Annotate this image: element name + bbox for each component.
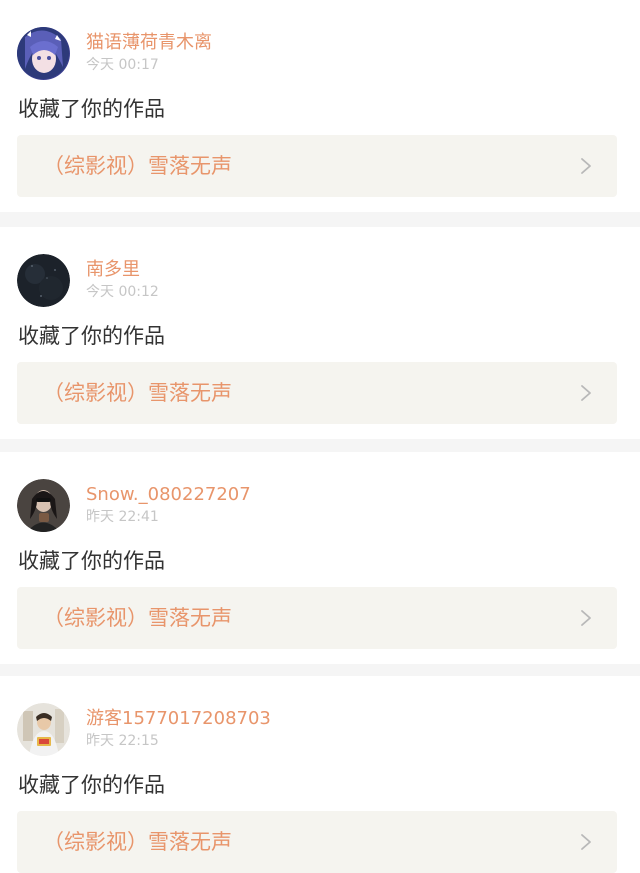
chevron-right-icon (579, 384, 593, 402)
timestamp: 今天 00:17 (86, 57, 159, 73)
timestamp: 昨天 22:15 (86, 733, 159, 749)
user-avatar[interactable] (17, 254, 70, 307)
user-avatar[interactable] (17, 27, 70, 80)
work-title: （综影视）雪落无声 (43, 830, 232, 854)
notification-feed: 猫语薄荷青木离 今天 00:17 收藏了你的作品 （综影视）雪落无声 南多里 今… (0, 0, 640, 873)
username[interactable]: 游客1577017208703 (86, 707, 271, 731)
avatar-guest-icon (17, 703, 70, 756)
work-link[interactable]: （综影视）雪落无声 (17, 135, 617, 197)
chevron-right-icon (579, 157, 593, 175)
username[interactable]: Snow._080227207 (86, 483, 251, 507)
work-link[interactable]: （综影视）雪落无声 (17, 587, 617, 649)
notification-item: 猫语薄荷青木离 今天 00:17 收藏了你的作品 （综影视）雪落无声 (0, 0, 640, 212)
action-text: 收藏了你的作品 (18, 549, 165, 573)
chevron-right-icon (579, 833, 593, 851)
action-text: 收藏了你的作品 (18, 773, 165, 797)
work-link[interactable]: （综影视）雪落无声 (17, 362, 617, 424)
work-title: （综影视）雪落无声 (43, 381, 232, 405)
action-text: 收藏了你的作品 (18, 324, 165, 348)
notification-item: 南多里 今天 00:12 收藏了你的作品 （综影视）雪落无声 (0, 227, 640, 439)
username[interactable]: 南多里 (86, 258, 140, 282)
timestamp: 昨天 22:41 (86, 509, 159, 525)
timestamp: 今天 00:12 (86, 284, 159, 300)
notification-item: 游客1577017208703 昨天 22:15 收藏了你的作品 （综影视）雪落… (0, 676, 640, 873)
user-avatar[interactable] (17, 703, 70, 756)
action-text: 收藏了你的作品 (18, 97, 165, 121)
notification-item: Snow._080227207 昨天 22:41 收藏了你的作品 （综影视）雪落… (0, 452, 640, 664)
avatar-dark-icon (17, 254, 70, 307)
username[interactable]: 猫语薄荷青木离 (86, 31, 212, 55)
avatar-person-icon (17, 479, 70, 532)
work-title: （综影视）雪落无声 (43, 154, 232, 178)
user-avatar[interactable] (17, 479, 70, 532)
work-link[interactable]: （综影视）雪落无声 (17, 811, 617, 873)
avatar-anime-girl-icon (17, 27, 70, 80)
chevron-right-icon (579, 609, 593, 627)
work-title: （综影视）雪落无声 (43, 606, 232, 630)
